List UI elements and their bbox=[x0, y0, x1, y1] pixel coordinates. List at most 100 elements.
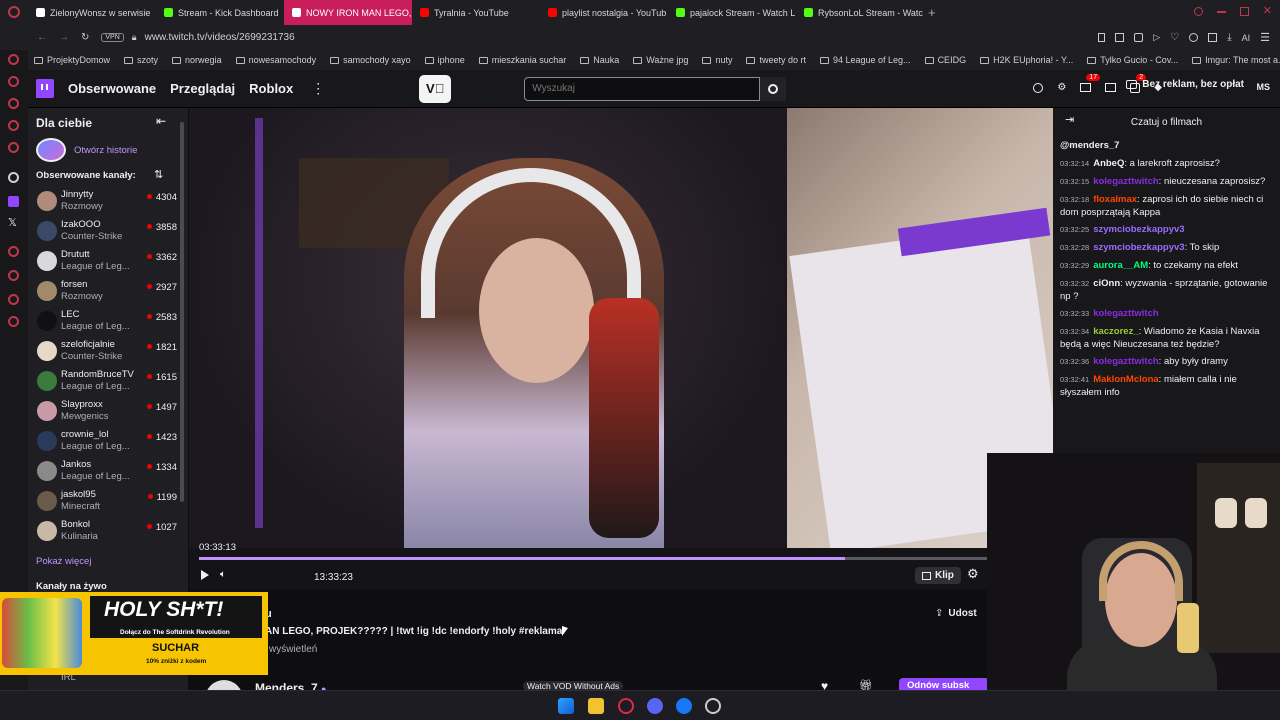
close-icon[interactable]: ✕ bbox=[1263, 6, 1272, 17]
browser-tab[interactable]: pajalock Stream - Watch L bbox=[668, 0, 796, 25]
no-ads-button[interactable]: Bez reklam, bez opłat bbox=[1126, 79, 1244, 90]
clip-button[interactable]: Klip bbox=[915, 567, 961, 584]
sidebar-channel[interactable]: crownie_lol League of Leg... 1423 bbox=[34, 427, 184, 457]
extensions-icon[interactable] bbox=[1189, 33, 1199, 42]
vpn-badge[interactable]: VPN bbox=[101, 33, 124, 42]
forward-icon[interactable]: → bbox=[59, 32, 69, 43]
nav-browse[interactable]: Przeglądaj bbox=[170, 81, 235, 96]
sidebar-channel[interactable]: szeloficjalnie Counter-Strike 1821 bbox=[34, 337, 184, 367]
bookmark-item[interactable]: samochody xayo bbox=[330, 55, 411, 65]
new-tab-button[interactable]: + bbox=[928, 5, 936, 20]
chat-username[interactable]: aurora__AM bbox=[1093, 260, 1148, 271]
browser-tab[interactable]: playlist nostalgia - YouTub bbox=[540, 0, 668, 25]
sidebar-channel[interactable]: Jankos League of Leg... 1334 bbox=[34, 457, 184, 487]
bookmark-item[interactable]: Imgur: The most a... bbox=[1192, 55, 1280, 65]
chat-username[interactable]: floxalmax bbox=[1093, 194, 1137, 205]
bookmark-item[interactable]: Tylko Gucio - Cov... bbox=[1087, 55, 1178, 65]
browser-tab[interactable]: Stream - Kick Dashboard bbox=[156, 0, 284, 25]
bookmark-icon[interactable] bbox=[1098, 33, 1106, 42]
menu-icon[interactable]: ☰ bbox=[1260, 31, 1270, 44]
discord-icon[interactable] bbox=[647, 698, 663, 714]
sidebar-lightbulb-icon[interactable] bbox=[8, 294, 19, 305]
play-icon[interactable]: ▷ bbox=[1153, 32, 1160, 43]
sidebar-twitch-icon[interactable] bbox=[8, 196, 19, 207]
sidebar-channel[interactable]: Slayproxx Mewgenics 1497 bbox=[34, 397, 184, 427]
back-icon[interactable]: ← bbox=[37, 32, 47, 43]
chat-username[interactable]: szymciobezkappyv3 bbox=[1093, 242, 1184, 253]
collapse-sidebar-icon[interactable]: ⇤ bbox=[156, 114, 166, 128]
sidebar-messenger-icon[interactable] bbox=[8, 120, 19, 131]
sidebar-bag-icon[interactable] bbox=[8, 98, 19, 109]
lock-icon[interactable]: 🔒︎ bbox=[132, 32, 137, 43]
sidebar-channel[interactable]: forsen Rozmowy 2927 bbox=[34, 277, 184, 307]
bookmark-item[interactable]: szoty bbox=[124, 55, 158, 65]
browser-tab[interactable]: RybsonLoL Stream - Watc bbox=[796, 0, 924, 25]
url-field[interactable]: www.twitch.tv/videos/2699231736 bbox=[145, 32, 295, 43]
chat-username[interactable]: kolegazttwitch bbox=[1093, 176, 1158, 187]
search-tabs-icon[interactable] bbox=[1193, 7, 1203, 16]
sidebar-x-icon[interactable]: 𝕏 bbox=[8, 216, 17, 229]
download-icon[interactable]: ⤓ bbox=[1227, 32, 1231, 43]
extension-icon[interactable]: ⚙︎ bbox=[1057, 82, 1066, 93]
snapshot-icon[interactable] bbox=[1115, 33, 1125, 42]
bookmark-item[interactable]: CEIDG bbox=[924, 55, 966, 65]
browser-tab[interactable]: ZielonyWonsz w serwisie bbox=[28, 0, 156, 25]
sidebar-player-icon[interactable] bbox=[8, 270, 19, 281]
nav-roblox[interactable]: Roblox bbox=[249, 81, 293, 96]
bookmark-item[interactable]: norwegia bbox=[172, 55, 222, 65]
opera-menu-icon[interactable] bbox=[8, 6, 20, 18]
sort-icon[interactable]: ⇅ bbox=[154, 168, 163, 181]
facebook-icon[interactable] bbox=[676, 698, 692, 714]
sidebar-channel[interactable]: RandomBruceTV League of Leg... 1615 bbox=[34, 367, 184, 397]
bookmark-item[interactable]: ProjektyDomow bbox=[34, 55, 110, 65]
search-input[interactable] bbox=[524, 76, 761, 101]
bookmark-item[interactable]: 94 League of Leg... bbox=[819, 55, 911, 65]
chat-username[interactable]: ciOnn bbox=[1093, 278, 1120, 289]
inbox-icon[interactable]: 17 bbox=[1080, 74, 1101, 92]
bookmark-item[interactable]: nowesamochody bbox=[235, 55, 316, 65]
chat-username[interactable]: kaczorez_ bbox=[1093, 326, 1138, 337]
extension-logo-icon[interactable]: V⃞ bbox=[419, 74, 452, 103]
sidebar-scrollbar[interactable] bbox=[180, 122, 184, 502]
user-avatar[interactable]: MS bbox=[1257, 82, 1271, 92]
sidebar-channel[interactable]: jaskol95 Minecraft 1199 bbox=[34, 487, 184, 517]
browser-tab[interactable]: Tyralnia - YouTube bbox=[412, 0, 540, 25]
open-history-row[interactable]: Otwórz historie bbox=[36, 138, 137, 162]
more-menu-icon[interactable]: ⋮ bbox=[311, 80, 325, 97]
sidebar-settings-icon[interactable] bbox=[8, 316, 19, 327]
bookmark-item[interactable]: mieszkania suchar bbox=[478, 55, 566, 65]
sidebar-channel[interactable]: LEC League of Leg... 2583 bbox=[34, 307, 184, 337]
camera-icon[interactable] bbox=[1134, 33, 1144, 42]
chat-username[interactable]: MaklonMclona bbox=[1093, 374, 1158, 385]
reload-icon[interactable]: ↻ bbox=[81, 32, 89, 43]
file-explorer-icon[interactable] bbox=[588, 698, 604, 714]
chat-username[interactable]: kolegazttwitch bbox=[1093, 356, 1158, 367]
sidebar-speed-dial-icon[interactable] bbox=[8, 76, 19, 87]
whispers-icon[interactable] bbox=[1105, 83, 1117, 92]
bookmark-item[interactable]: Nauka bbox=[580, 55, 619, 65]
nav-following[interactable]: Obserwowane bbox=[68, 81, 156, 96]
sidebar-channel[interactable]: Drututt League of Leg... 3362 bbox=[34, 247, 184, 277]
chat-username[interactable]: szymciobezkappyv3 bbox=[1093, 224, 1184, 235]
bookmark-item[interactable]: tweety do rt bbox=[746, 55, 806, 65]
chat-username[interactable]: AnbeQ bbox=[1093, 158, 1124, 169]
chat-username[interactable]: kolegazttwitch bbox=[1093, 308, 1158, 319]
browser-tab[interactable]: NOWY IRON MAN LEGO, bbox=[284, 0, 412, 25]
share-button[interactable]: ⇪ Udost bbox=[935, 608, 977, 619]
sidebar-history-icon[interactable] bbox=[8, 142, 19, 153]
maximize-icon[interactable] bbox=[1239, 7, 1249, 16]
sidebar-apps-icon[interactable] bbox=[8, 54, 19, 65]
sidebar-extensions-icon[interactable] bbox=[8, 172, 19, 183]
open-history-link[interactable]: Otwórz historie bbox=[74, 145, 137, 156]
seek-bar[interactable] bbox=[199, 557, 1044, 560]
ai-assistant-icon[interactable] bbox=[1033, 82, 1044, 93]
sidebar-clock-icon[interactable] bbox=[8, 246, 19, 257]
bookmark-item[interactable]: iphone bbox=[424, 55, 465, 65]
sidebar-channel[interactable]: IzakOOO Counter-Strike 3858 bbox=[34, 217, 184, 247]
bookmark-item[interactable]: H2K EUphoria! - Y... bbox=[980, 55, 1073, 65]
volume-icon[interactable]: 🔈︎ bbox=[220, 569, 226, 580]
settings-gear-icon[interactable]: ⚙︎ bbox=[967, 566, 979, 582]
bookmark-item[interactable]: nuty bbox=[702, 55, 732, 65]
windows-start-icon[interactable] bbox=[558, 698, 574, 714]
sidebar-channel[interactable]: Jinnytty Rozmowy 4304 bbox=[34, 187, 184, 217]
